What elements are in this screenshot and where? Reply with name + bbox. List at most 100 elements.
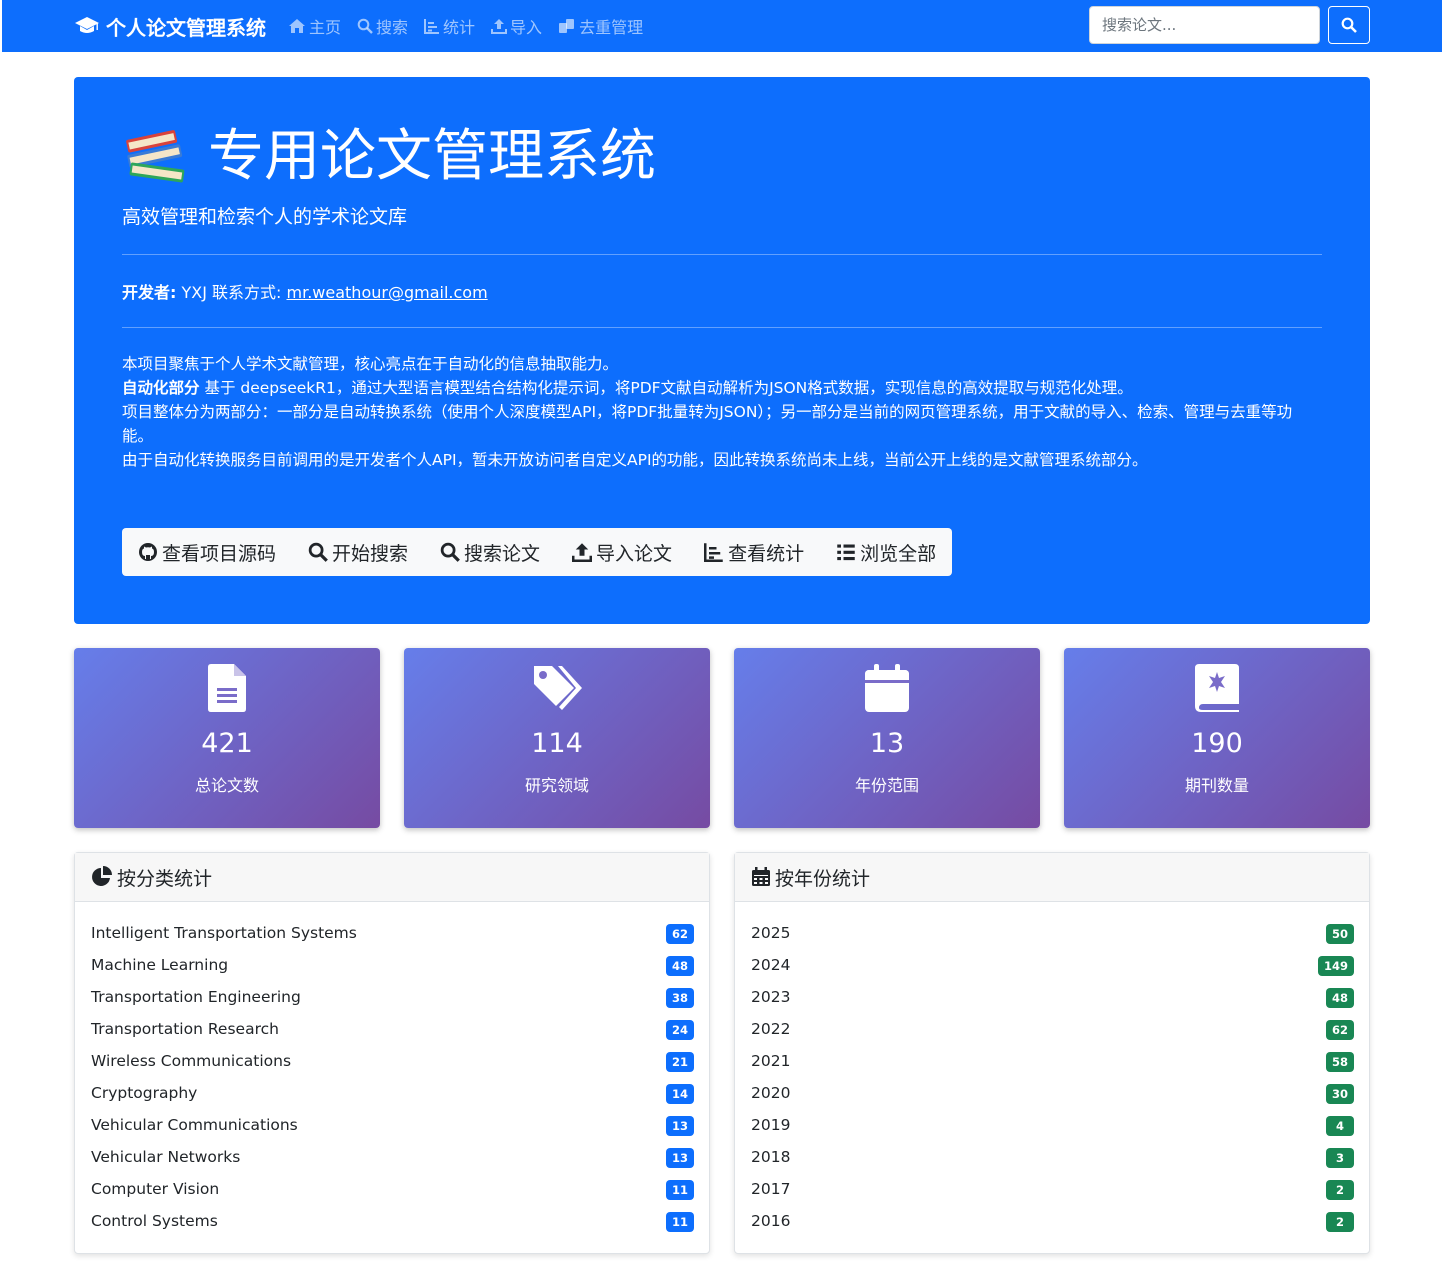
count-badge: 149	[1317, 956, 1354, 976]
list-item-label: Wireless Communications	[91, 1052, 292, 1070]
search-icon	[357, 18, 373, 34]
search-icon	[1341, 17, 1357, 33]
view-stats-label: 查看统计	[728, 542, 805, 565]
calendar-icon	[752, 867, 770, 886]
list-item-label: 2016	[751, 1212, 791, 1230]
list-item: 2019 4	[751, 1109, 1354, 1141]
count-badge: 62	[1325, 1020, 1354, 1040]
count-badge: 13	[665, 1148, 694, 1168]
panel-title: 按年份统计	[775, 867, 871, 890]
list-item-label: 2019	[751, 1116, 791, 1134]
list-item-label: 2022	[751, 1020, 791, 1038]
hero-banner: 专用论文管理系统 高效管理和检索个人的学术论文库 开发者: YXJ 联系方式: …	[74, 77, 1370, 624]
list-item: Intelligent Transportation Systems 62	[91, 917, 694, 949]
stat-value: 13	[869, 728, 905, 759]
stat-label: 总论文数	[194, 776, 259, 795]
list-item-label: 2018	[751, 1148, 791, 1166]
count-badge: 13	[665, 1116, 694, 1136]
list-item: Machine Learning 48	[91, 949, 694, 981]
count-badge: 14	[665, 1084, 694, 1104]
developer-info: 开发者: YXJ 联系方式: mr.weathour@gmail.com	[122, 279, 488, 303]
list-item: 2020 30	[751, 1077, 1354, 1109]
books-icon	[126, 130, 185, 183]
count-badge: 62	[665, 924, 694, 944]
chart-icon	[424, 19, 440, 34]
search-button[interactable]	[1328, 6, 1370, 44]
search-icon	[308, 542, 328, 562]
github-icon	[139, 543, 157, 561]
view-source-label: 查看项目源码	[162, 542, 277, 565]
list-item-label: Vehicular Networks	[91, 1148, 241, 1166]
desc-line-2-text: 基于 deepseekR1，通过大型语言模型结合结构化提示词，将PDF文献自动解…	[199, 379, 1133, 397]
count-badge: 30	[1325, 1084, 1354, 1104]
count-badge: 48	[1325, 988, 1354, 1008]
browse-all-label: 浏览全部	[860, 542, 937, 565]
import-papers-button[interactable]: 导入论文	[564, 539, 680, 566]
developer-name: YXJ 联系方式:	[176, 283, 287, 302]
stat-label: 研究领域	[524, 776, 589, 795]
list-item: 2016 2	[751, 1205, 1354, 1237]
list-item-label: Control Systems	[91, 1212, 218, 1230]
year-stats-panel: 按年份统计 2025 50 2024 149 2023 48 2022 62 2021 58 202…	[734, 852, 1370, 1254]
list-item: 2025 50	[751, 917, 1354, 949]
desc-line-1: 本项目聚焦于个人学术文献管理，核心亮点在于自动化的信息抽取能力。	[122, 355, 619, 373]
home-icon	[289, 19, 305, 33]
count-badge: 3	[1326, 1148, 1354, 1168]
count-badge: 2	[1326, 1212, 1354, 1232]
nav-dedup-label: 去重管理	[579, 18, 644, 37]
stat-card-year-range: 13 年份范围	[734, 648, 1040, 828]
count-badge: 38	[665, 988, 694, 1008]
list-item: 2022 62	[751, 1013, 1354, 1045]
list-item-label: 2025	[751, 924, 791, 942]
count-badge: 58	[1325, 1052, 1354, 1072]
list-item-label: 2021	[751, 1052, 791, 1070]
brand[interactable]: 个人论文管理系统	[74, 0, 266, 52]
stat-card-journals: 190 期刊数量	[1064, 648, 1370, 828]
search-icon	[440, 542, 460, 562]
list-item: Computer Vision 11	[91, 1173, 694, 1205]
list-item: 2017 2	[751, 1173, 1354, 1205]
count-badge: 50	[1325, 924, 1354, 944]
browse-all-button[interactable]: 浏览全部	[828, 539, 944, 566]
search-input[interactable]	[1089, 6, 1320, 44]
stat-value: 421	[201, 728, 253, 759]
view-source-button[interactable]: 查看项目源码	[130, 539, 284, 566]
list-item-label: 2023	[751, 988, 791, 1006]
developer-label: 开发者:	[122, 283, 177, 302]
category-list: Intelligent Transportation Systems 62 Mach…	[91, 917, 694, 1237]
count-badge: 4	[1326, 1116, 1354, 1136]
nav-home-label: 主页	[309, 18, 342, 37]
nav-dedup[interactable]: 去重管理	[558, 14, 643, 38]
navbar: 个人论文管理系统 主页 搜索 统计 导入 去重管理	[2, 0, 1442, 52]
list-item-label: 2020	[751, 1084, 791, 1102]
hero-button-group: 查看项目源码 开始搜索 搜索论文 导入论文 查看统计 浏览全部	[122, 528, 953, 576]
count-badge: 24	[665, 1020, 694, 1040]
divider	[122, 254, 1322, 255]
hero-title-text: 专用论文管理系统	[208, 124, 656, 189]
upload-icon	[491, 19, 508, 34]
stat-label: 期刊数量	[1184, 776, 1249, 795]
view-stats-button[interactable]: 查看统计	[696, 539, 812, 566]
file-icon	[208, 664, 246, 712]
search-papers-button[interactable]: 搜索论文	[432, 539, 548, 566]
category-stats-panel: 按分类统计 Intelligent Transportation Systems…	[74, 852, 710, 1254]
start-search-button[interactable]: 开始搜索	[300, 539, 416, 566]
list-item: Cryptography 14	[91, 1077, 694, 1109]
list-item-label: Transportation Engineering	[91, 988, 301, 1006]
nav-home[interactable]: 主页	[288, 14, 341, 38]
list-item: Transportation Engineering 38	[91, 981, 694, 1013]
count-badge: 2	[1326, 1180, 1354, 1200]
upload-icon	[572, 543, 593, 562]
count-badge: 11	[665, 1180, 694, 1200]
nav-search[interactable]: 搜索	[357, 14, 408, 38]
count-badge: 11	[665, 1212, 694, 1232]
journal-icon	[1195, 664, 1239, 712]
nav-stats[interactable]: 统计	[424, 14, 475, 38]
start-search-label: 开始搜索	[332, 542, 409, 565]
stat-card-total-papers: 421 总论文数	[74, 648, 380, 828]
list-item: 2018 3	[751, 1141, 1354, 1173]
list-item: 2021 58	[751, 1045, 1354, 1077]
search-papers-label: 搜索论文	[464, 542, 541, 565]
nav-import[interactable]: 导入	[491, 14, 542, 38]
email-link[interactable]: mr.weathour@gmail.com	[287, 283, 488, 302]
